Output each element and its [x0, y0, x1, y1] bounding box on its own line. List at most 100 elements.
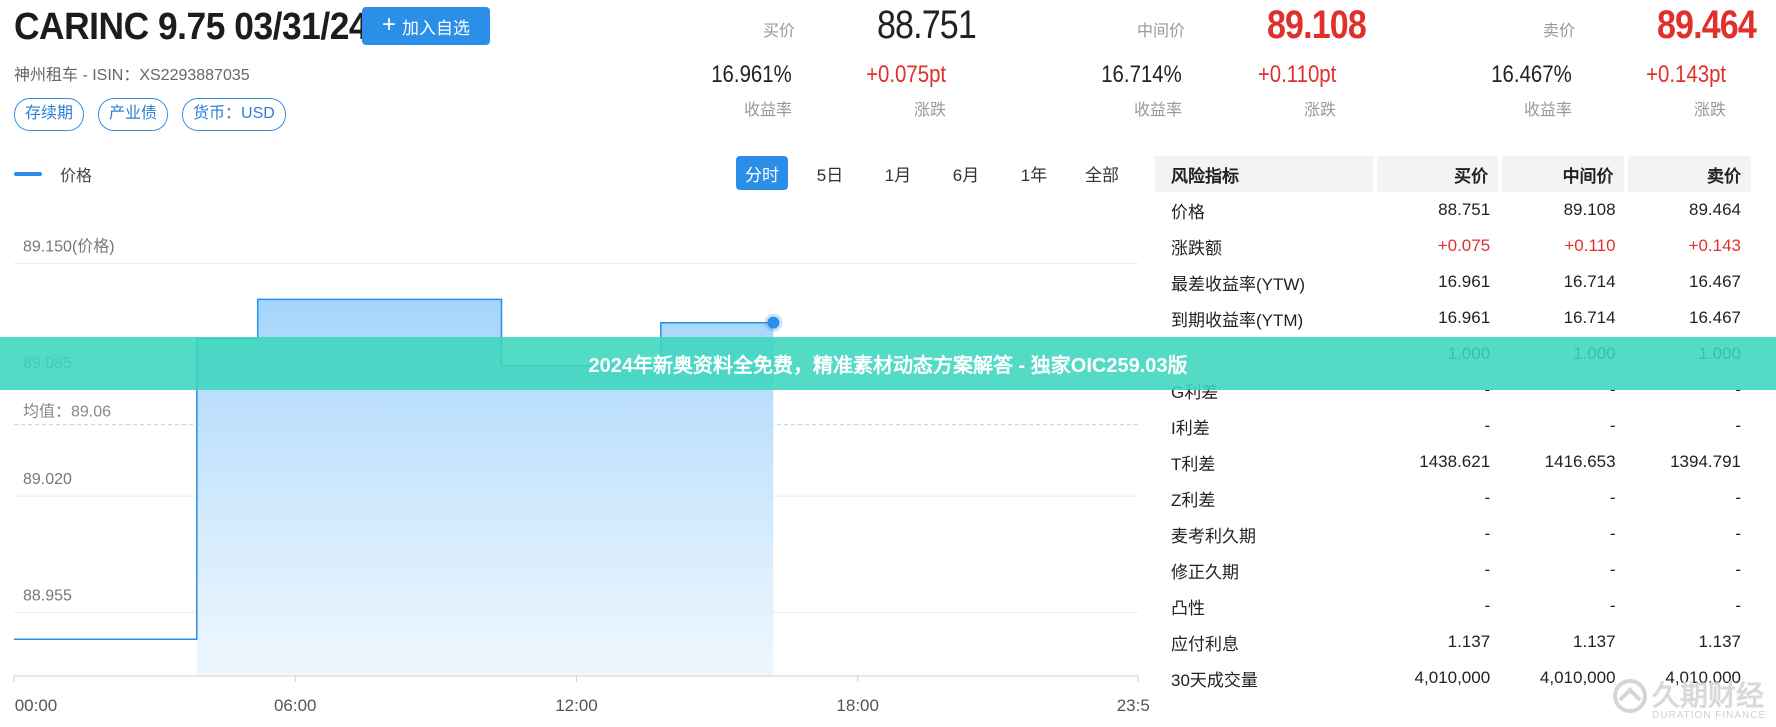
table-row: Z利差 - - -	[1155, 480, 1751, 516]
y-tick-label: 89.020	[23, 471, 72, 488]
risk-row-value: +0.110	[1564, 236, 1616, 255]
risk-row-value: +0.075	[1437, 236, 1491, 255]
risk-row-value: 16.714	[1563, 308, 1616, 327]
risk-row-value: -	[1735, 488, 1741, 507]
risk-row-value: -	[1735, 596, 1741, 615]
risk-row-value: -	[1735, 560, 1741, 579]
time-range-tabs: 分时 5日 1月 6月 1年 全部	[728, 156, 1136, 190]
quote-mid-label: 中间价	[1136, 23, 1185, 40]
tag-industry[interactable]: 产业债	[98, 98, 169, 131]
quote-ask-yield-label: 收益率	[1523, 102, 1572, 119]
watermark-logo: 久期财经 DURATION FINANCE	[1612, 674, 1772, 724]
risk-row-value: 16.467	[1689, 308, 1741, 327]
risk-row-value: 1.137	[1573, 632, 1616, 651]
table-row: 修正久期 - - -	[1155, 552, 1751, 588]
risk-row-value: -	[1609, 488, 1616, 507]
quote-ask-price: 89.464	[1657, 3, 1757, 47]
risk-row-value: 1.137	[1447, 632, 1491, 651]
quote-mid-yield-label: 收益率	[1133, 102, 1182, 119]
quote-bid-yield: 16.961%	[711, 61, 792, 88]
risk-row-value: -	[1735, 524, 1741, 543]
risk-row-value: 89.464	[1689, 200, 1741, 219]
y-tick-label: 88.955	[23, 587, 72, 604]
risk-row-value: -	[1484, 524, 1491, 543]
risk-col-header-1[interactable]: 买价	[1372, 156, 1501, 192]
risk-row-value: -	[1609, 524, 1616, 543]
table-row: 到期收益率(YTM) 16.961 16.714 16.467	[1155, 300, 1751, 336]
quote-bid-change: +0.075pt	[866, 61, 946, 88]
risk-row-name: I利差	[1171, 418, 1210, 438]
quote-bid-change-label: 涨跌	[913, 102, 946, 119]
bond-quote-page: CARINC 9.75 03/31/24 + 加入自选 神州租车 - ISIN：…	[0, 0, 1776, 727]
table-row: 涨跌额 +0.075 +0.110 +0.143	[1155, 228, 1751, 264]
risk-row-name: 凸性	[1171, 598, 1205, 618]
watermark-cn: 久期财经	[1652, 680, 1765, 711]
range-tab-2[interactable]: 1月	[864, 156, 932, 190]
x-tick-label: 18:00	[836, 696, 879, 715]
risk-row-value: -	[1484, 596, 1491, 615]
legend-line-swatch	[14, 172, 42, 176]
last-point	[767, 316, 780, 329]
quote-mid-price: 89.108	[1267, 3, 1367, 47]
quote-bid-yield-label: 收益率	[743, 102, 792, 119]
risk-col-header-0[interactable]: 风险指标	[1155, 156, 1375, 192]
risk-row-name: 应付利息	[1171, 634, 1239, 654]
tag-currency[interactable]: 货币：USD	[182, 98, 286, 131]
duration-logo-icon	[1613, 679, 1647, 713]
table-row: 最差收益率(YTW) 16.961 16.714 16.467	[1155, 264, 1751, 300]
risk-row-value: 4,010,000	[1539, 668, 1616, 687]
x-tick-label: 06:00	[274, 696, 317, 715]
table-row: 价格 88.751 89.108 89.464	[1155, 192, 1751, 228]
quote-ask-yield: 16.467%	[1491, 61, 1572, 88]
bond-title: CARINC 9.75 03/31/24	[14, 6, 369, 48]
overlay-banner: 2024年新奥资料全免费，精准素材动态方案解答 - 独家OIC259.03版	[0, 337, 1776, 390]
risk-row-name: 最差收益率(YTW)	[1171, 274, 1306, 294]
range-tab-1[interactable]: 5日	[796, 156, 864, 190]
risk-row-value: 1438.621	[1419, 452, 1491, 471]
quote-ask: 卖价 89.464 16.467% 收益率 +0.143pt 涨跌	[1390, 0, 1776, 130]
risk-row-name: Z利差	[1171, 490, 1216, 510]
risk-row-value: 1394.791	[1670, 452, 1741, 471]
legend-label: 价格	[60, 168, 93, 185]
range-tab-3[interactable]: 6月	[932, 156, 1000, 190]
watermark-en: DURATION FINANCE	[1652, 710, 1767, 721]
risk-row-value: 16.467	[1689, 272, 1741, 291]
table-row: 凸性 - - -	[1155, 588, 1751, 624]
x-tick-label: 23:59	[1117, 696, 1150, 715]
average-label: 均值：89.06	[23, 403, 111, 421]
tag-duration[interactable]: 存续期	[14, 98, 85, 131]
quote-mid-yield: 16.714%	[1101, 61, 1182, 88]
risk-row-value: 1.137	[1698, 632, 1741, 651]
risk-row-name: 到期收益率(YTM)	[1171, 310, 1304, 330]
risk-row-value: +0.143	[1688, 236, 1741, 255]
risk-metrics-table: 风险指标 买价 中间价 卖价 价格 88.751 89.108 89.464 涨跌额 +0.07…	[1155, 156, 1751, 696]
add-to-watchlist-button[interactable]: + 加入自选	[362, 7, 490, 45]
risk-col-header-3[interactable]: 卖价	[1623, 156, 1751, 192]
price-chart: 89.150(价格)89.08589.02088.955均值：89.0600:0…	[13, 238, 1150, 715]
risk-row-value: -	[1735, 416, 1741, 435]
risk-row-value: -	[1609, 416, 1616, 435]
risk-row-value: 4,010,000	[1414, 668, 1491, 687]
range-tab-5[interactable]: 全部	[1068, 156, 1136, 190]
risk-row-value: -	[1484, 560, 1491, 579]
risk-row-value: 88.751	[1438, 200, 1491, 219]
quote-mid-change-label: 涨跌	[1303, 102, 1336, 119]
x-tick-label: 12:00	[555, 696, 598, 715]
risk-row-name: 涨跌额	[1171, 238, 1222, 258]
chart-legend: 价格	[14, 162, 92, 186]
range-tab-0[interactable]: 分时	[736, 156, 788, 190]
table-row: I利差 - - -	[1155, 408, 1751, 444]
banner-text: 2024年新奥资料全免费，精准素材动态方案解答 - 独家OIC259.03版	[588, 355, 1188, 377]
quote-bid-label: 买价	[762, 23, 795, 40]
risk-row-name: 麦考利久期	[1171, 526, 1256, 546]
risk-row-value: -	[1484, 416, 1491, 435]
range-tab-4[interactable]: 1年	[1000, 156, 1068, 190]
risk-row-value: 16.714	[1563, 272, 1616, 291]
table-row: 应付利息 1.137 1.137 1.137	[1155, 624, 1751, 660]
risk-row-value: 16.961	[1438, 272, 1491, 291]
bond-tags: 存续期 产业债 货币：USD	[14, 98, 286, 131]
quote-ask-label: 卖价	[1542, 23, 1575, 40]
risk-row-name: 修正久期	[1171, 562, 1239, 582]
risk-col-header-2[interactable]: 中间价	[1498, 156, 1626, 192]
risk-row-value: 16.961	[1438, 308, 1491, 327]
